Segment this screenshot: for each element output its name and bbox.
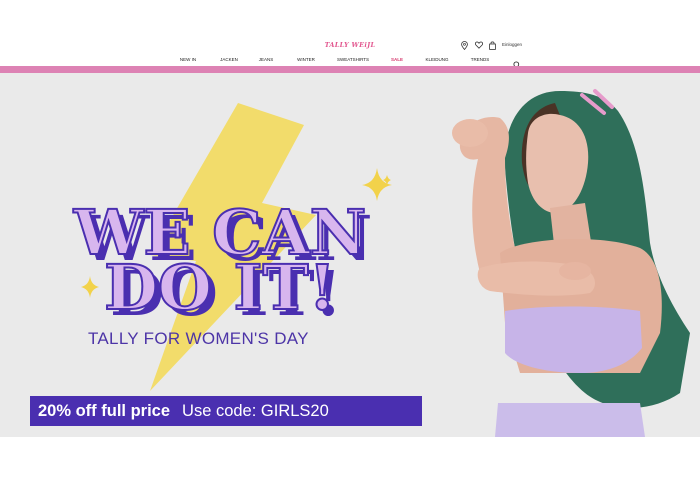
nav-kleidung[interactable]: KLEIDUNG — [425, 57, 448, 62]
promo-banner[interactable]: 20% off full price Use code: GIRLS20 — [30, 396, 422, 426]
brand-logo[interactable]: TALLY WEiJL — [318, 41, 382, 49]
nav-sale[interactable]: SALE — [391, 57, 403, 62]
hero-subheadline: TALLY FOR WOMEN'S DAY — [88, 329, 309, 348]
site-header: TALLY WEiJL Einloggen NEW IN JACKEN JEAN… — [0, 38, 700, 69]
promo-discount: 20% off full price — [38, 401, 171, 420]
headline-line2: DO IT! — [104, 251, 336, 324]
main-nav: NEW IN JACKEN JEANS WINTER SWEATSHIRTS S… — [0, 57, 700, 66]
nav-new-in[interactable]: NEW IN — [180, 57, 196, 62]
promo-code: Use code: GIRLS20 — [182, 401, 329, 420]
bag-icon[interactable] — [489, 41, 496, 51]
hero-banner[interactable]: WE CAN DO IT! WE CAN DO IT! TALLY FOR WO… — [0, 73, 700, 437]
nav-sweatshirts[interactable]: SWEATSHIRTS — [337, 57, 369, 62]
nav-trends[interactable]: TRENDS — [471, 57, 490, 62]
nav-jeans[interactable]: JEANS — [259, 57, 274, 62]
login-link[interactable]: Einloggen — [502, 42, 522, 47]
location-icon[interactable] — [461, 41, 468, 51]
headline-graphic: WE CAN DO IT! WE CAN DO IT! — [72, 195, 373, 330]
nav-jacken[interactable]: JACKEN — [220, 57, 238, 62]
nav-winter[interactable]: WINTER — [297, 57, 315, 62]
heart-icon[interactable] — [475, 41, 483, 51]
brand-stripe — [0, 66, 700, 73]
